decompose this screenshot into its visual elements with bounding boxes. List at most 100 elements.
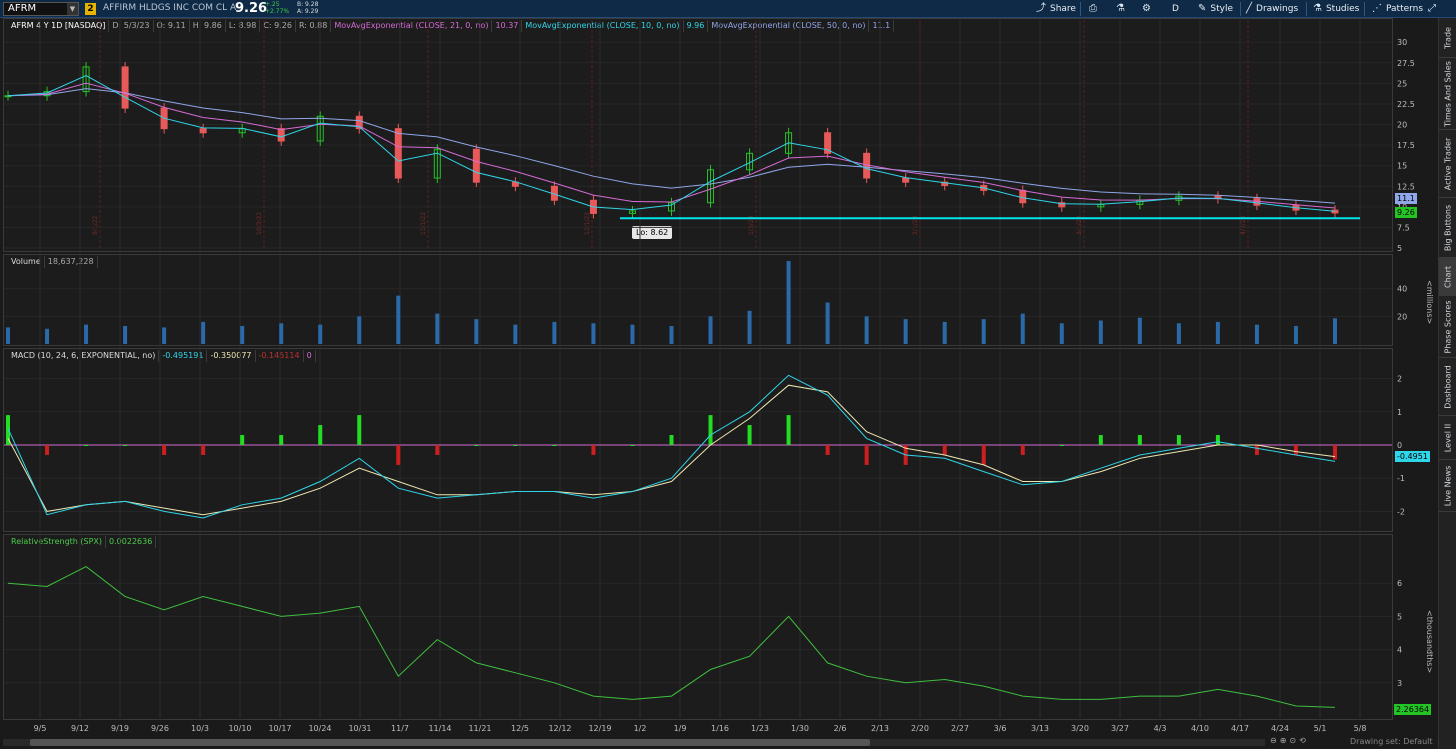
x-tick-label: 1/23 bbox=[751, 724, 769, 733]
fit-icon[interactable]: ⊙ bbox=[1289, 736, 1299, 745]
chart-canvas[interactable]: 9/5 9/12 9/19 9/26 10/3 10/10 10/17 10/24 10/31 1… bbox=[0, 0, 1438, 736]
zoom-controls[interactable]: ⊖⊕⊙⟲ bbox=[1270, 736, 1309, 745]
x-tick-label: 11/14 bbox=[428, 724, 451, 733]
x-tick-label: 3/27 bbox=[1111, 724, 1129, 733]
macd-line bbox=[7, 374, 1336, 519]
price-y-tick: 25 bbox=[1397, 79, 1407, 88]
macd-histogram-bar bbox=[1293, 445, 1298, 455]
macd-histogram-bar bbox=[435, 445, 440, 455]
volume-bar bbox=[357, 316, 362, 344]
volume-bar bbox=[6, 327, 10, 344]
volume-bar bbox=[552, 321, 557, 344]
tab-big-buttons[interactable]: Big Buttons bbox=[1439, 198, 1456, 258]
candle-body bbox=[277, 128, 285, 142]
volume-bar bbox=[279, 323, 284, 344]
volume-bar bbox=[630, 324, 635, 344]
macd-histogram-bar bbox=[591, 445, 596, 455]
x-tick-label: 10/31 bbox=[348, 724, 371, 733]
volume-bar bbox=[1176, 323, 1181, 344]
volume-bar bbox=[1098, 320, 1103, 344]
volume-bar bbox=[591, 323, 596, 344]
rs-y-tick: 3 bbox=[1397, 679, 1402, 688]
x-tick-label: 2/27 bbox=[951, 724, 969, 733]
macd-y-tick: 0 bbox=[1397, 441, 1402, 450]
volume-bar bbox=[1254, 324, 1259, 344]
x-tick-label: 2/20 bbox=[911, 724, 929, 733]
x-tick-label: 1/16 bbox=[711, 724, 729, 733]
macd-histogram-bar bbox=[942, 445, 947, 455]
x-tick-label: 3/20 bbox=[1071, 724, 1089, 733]
x-tick-label: 10/24 bbox=[308, 724, 331, 733]
tab-active-trader[interactable]: Active Trader bbox=[1439, 130, 1456, 198]
tab-label: Trade bbox=[1443, 26, 1453, 49]
x-tick-label: 4/3 bbox=[1154, 724, 1167, 733]
volume-bar bbox=[1020, 313, 1025, 344]
rs-y-tick: 4 bbox=[1397, 646, 1402, 655]
price-y-tick: 5 bbox=[1397, 244, 1402, 253]
volume-bar bbox=[45, 328, 50, 344]
style-setting: Drawing set: Default bbox=[1350, 737, 1433, 746]
x-tick-label: 3/6 bbox=[994, 724, 1007, 733]
volume-bar bbox=[396, 295, 401, 344]
volume-bar bbox=[747, 310, 752, 344]
volume-bar bbox=[201, 321, 206, 344]
tab-level-ii[interactable]: Level II bbox=[1439, 416, 1456, 460]
volume-bar bbox=[942, 321, 947, 344]
macd-histogram-bar bbox=[786, 415, 791, 445]
x-tick-label: 3/13 bbox=[1031, 724, 1049, 733]
macd-histogram-bar bbox=[552, 445, 557, 446]
volume-bar bbox=[474, 319, 479, 344]
volume-y-tick: 40 bbox=[1397, 285, 1407, 294]
macd-histogram-bar bbox=[474, 445, 479, 446]
tab-live-news[interactable]: Live News bbox=[1439, 460, 1456, 512]
price-y-tick: 27.5 bbox=[1397, 59, 1415, 68]
macd-histogram-bar bbox=[1254, 445, 1259, 455]
volume-bar bbox=[1333, 318, 1337, 344]
volume-bar bbox=[669, 326, 674, 344]
price-tag: 9.26 bbox=[1395, 207, 1417, 218]
tab-dashboard[interactable]: Dashboard bbox=[1439, 358, 1456, 416]
tab-chart[interactable]: Chart bbox=[1439, 258, 1456, 296]
ema50-tag: 11.1 bbox=[1395, 193, 1417, 204]
volume-bar bbox=[981, 319, 986, 344]
tab-times-and-sales[interactable]: Times And Sales bbox=[1439, 58, 1456, 130]
macd-histogram-bar bbox=[240, 435, 245, 445]
month-label: 9/1/22 bbox=[92, 216, 99, 235]
macd-histogram-bar bbox=[201, 445, 206, 455]
x-tick-label: 9/5 bbox=[34, 724, 47, 733]
ema10-line bbox=[7, 75, 1336, 212]
macd-histogram-bar bbox=[45, 445, 50, 455]
macd-histogram-bar bbox=[84, 445, 89, 446]
volume-bar bbox=[1215, 321, 1220, 344]
macd-histogram-bar bbox=[513, 445, 518, 446]
volume-bar bbox=[1137, 317, 1142, 344]
macd-histogram-bar bbox=[1059, 445, 1064, 446]
x-tick-label: 11/7 bbox=[391, 724, 409, 733]
volume-bar bbox=[708, 316, 713, 344]
x-tick-label: 4/24 bbox=[1271, 724, 1289, 733]
macd-tag: -0.4951 bbox=[1395, 451, 1430, 462]
volume-bar bbox=[513, 324, 518, 344]
side-tabs: Trade Times And Sales Active Trader Big … bbox=[1438, 18, 1456, 749]
volume-bar bbox=[123, 326, 128, 344]
price-y-tick: 7.5 bbox=[1397, 223, 1410, 232]
tab-label: Dashboard bbox=[1443, 364, 1453, 409]
macd-y-tick: 1 bbox=[1397, 408, 1402, 417]
tab-label: Phase Scores bbox=[1443, 299, 1453, 354]
x-tick-label: 12/12 bbox=[548, 724, 571, 733]
x-tick-label: 10/17 bbox=[268, 724, 291, 733]
reset-icon[interactable]: ⟲ bbox=[1299, 736, 1309, 745]
zoom-out-icon[interactable]: ⊖ bbox=[1270, 736, 1280, 745]
month-label: 12/1/22 bbox=[584, 212, 591, 235]
zoom-in-icon[interactable]: ⊕ bbox=[1280, 736, 1290, 745]
tab-trade[interactable]: Trade bbox=[1439, 18, 1456, 58]
x-tick-label: 10/10 bbox=[228, 724, 251, 733]
tab-phase-scores[interactable]: Phase Scores bbox=[1439, 296, 1456, 358]
price-y-tick: 30 bbox=[1397, 38, 1407, 47]
macd-histogram-bar bbox=[630, 445, 635, 446]
macd-histogram-bar bbox=[123, 445, 128, 446]
macd-histogram-bar bbox=[669, 435, 674, 445]
candle-body bbox=[472, 148, 480, 183]
price-y-tick: 12.5 bbox=[1397, 182, 1415, 191]
scrollbar-thumb[interactable] bbox=[30, 739, 870, 746]
